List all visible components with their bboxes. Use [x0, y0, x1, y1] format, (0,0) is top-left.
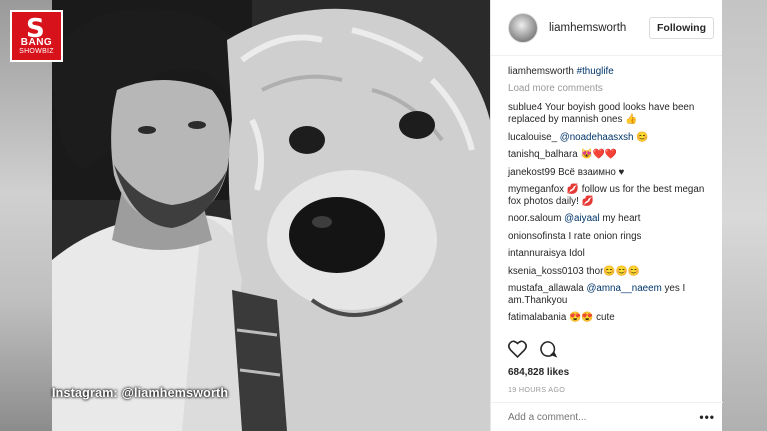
following-button[interactable]: Following	[649, 16, 714, 39]
post-username[interactable]: liamhemsworth	[549, 22, 626, 34]
photo-illustration	[52, 0, 490, 431]
likes-count[interactable]: 684,828 likes	[508, 367, 569, 378]
comment-item: fatimalabania 😍😍 cute	[508, 312, 710, 324]
caption-username[interactable]: liamhemsworth	[508, 66, 574, 77]
comment-item: janekost99 Всё взаимно ♥	[508, 167, 710, 179]
load-more-comments-link[interactable]: Load more comments	[508, 83, 710, 94]
comment-text: thor😊😊😊	[586, 265, 640, 277]
comment-username[interactable]: lucalouise_	[508, 132, 557, 143]
comment-item: onionsofinsta I rate onion rings	[508, 231, 710, 243]
post-sidebar: liamhemsworth Following liamhemsworth #t…	[490, 0, 723, 431]
avatar[interactable]	[508, 12, 538, 43]
comment-username[interactable]: mymeganfox	[508, 184, 564, 195]
comment-username[interactable]: tanishq_balhara	[508, 149, 578, 160]
comment-username[interactable]: fatimalabania	[508, 312, 566, 323]
comment-item: intannuraisya Idol	[508, 248, 710, 260]
post-timestamp: 19 HOURS AGO	[508, 385, 566, 394]
comment-text: 😻❤️❤️	[580, 149, 618, 161]
post-header: liamhemsworth Following	[491, 0, 722, 56]
blurred-background-left	[0, 0, 52, 431]
comment-item: mymeganfox 💋 follow us for the best mega…	[508, 184, 710, 208]
add-comment-bar: •••	[491, 402, 723, 431]
caption-hashtag[interactable]: #thuglife	[577, 66, 614, 77]
comments-list: liamhemsworth #thuglife Load more commen…	[491, 56, 722, 324]
ellipsis-icon[interactable]: •••	[699, 410, 715, 424]
post-photo	[52, 0, 490, 431]
comment-username[interactable]: sublue4	[508, 102, 542, 113]
comment-username[interactable]: janekost99	[508, 167, 555, 178]
comment-item: mustafa_allawala @amna__naeem yes I am.T…	[508, 283, 710, 307]
comment-username[interactable]: noor.saloum	[508, 213, 561, 224]
heart-icon[interactable]	[508, 340, 527, 358]
comment-mention[interactable]: @aiyaal	[564, 213, 600, 224]
comment-mention[interactable]: @amna__naeem	[586, 283, 661, 294]
comment-mention[interactable]: @noadehaasxsh	[560, 132, 634, 143]
comment-text: Всё взаимно ♥	[558, 166, 625, 178]
post-caption: liamhemsworth #thuglife	[508, 66, 710, 78]
comment-username[interactable]: intannuraisya	[508, 248, 566, 259]
bang-showbiz-logo: S BANG SHOWBIZ	[10, 10, 63, 62]
comment-text: Idol	[569, 248, 585, 260]
logo-line2: SHOWBIZ	[19, 48, 54, 55]
comment-item: tanishq_balhara 😻❤️❤️	[508, 149, 710, 161]
comment-item: ksenia_koss0103 thor😊😊😊	[508, 266, 710, 278]
photo-source-caption: Instagram: @liamhemsworth	[52, 386, 229, 400]
speech-bubble-icon[interactable]	[539, 340, 558, 358]
comment-username[interactable]: ksenia_koss0103	[508, 266, 584, 277]
comment-text: 😍😍 cute	[569, 312, 615, 324]
comment-text: 😊	[636, 131, 649, 143]
post-actions	[508, 340, 558, 358]
comment-item: noor.saloum @aiyaal my heart	[508, 213, 710, 225]
comment-item: sublue4 Your boyish good looks have been…	[508, 102, 710, 126]
comment-username[interactable]: onionsofinsta	[508, 231, 566, 242]
comment-text: my heart	[602, 213, 641, 225]
logo-letter: S	[26, 14, 45, 44]
comment-username[interactable]: mustafa_allawala	[508, 283, 584, 294]
blurred-background-right	[722, 0, 767, 431]
comment-item: lucalouise_ @noadehaasxsh 😊	[508, 132, 710, 144]
comment-text: I rate onion rings	[568, 230, 642, 242]
add-comment-input[interactable]	[508, 411, 700, 423]
